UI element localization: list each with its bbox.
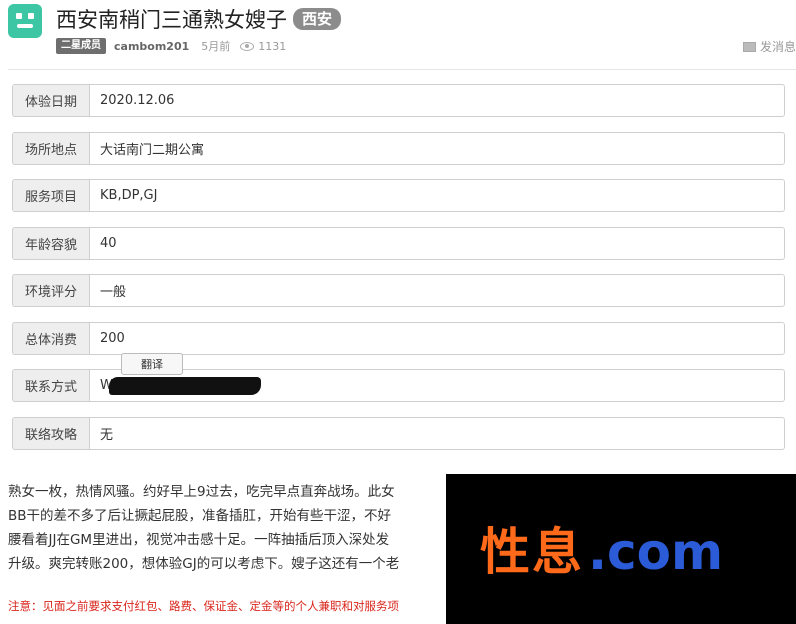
field-row-date: 体验日期 2020.12.06 — [12, 84, 785, 117]
field-value: 40 — [89, 227, 785, 260]
post-time: 5月前 — [201, 40, 231, 53]
watermark-domain: .com — [588, 523, 724, 581]
body-line: 腰看着JJ在GM里进出，视觉冲击感十足。一阵抽插后顶入深处发 — [8, 532, 390, 548]
view-count: 1131 — [240, 40, 286, 53]
field-row-cost: 总体消费 200 — [12, 322, 785, 355]
field-row-environment: 环境评分 一般 — [12, 274, 785, 307]
avatar-eye-icon — [16, 13, 22, 19]
username-link[interactable]: cambom201 — [114, 40, 189, 53]
field-label: 体验日期 — [12, 84, 89, 117]
send-message-button[interactable]: 发消息 — [742, 38, 796, 55]
post-meta: 二星成员 cambom201 5月前 1131 — [56, 38, 286, 54]
title-line: 西安南稍门三通熟女嫂子 西安 — [56, 4, 342, 34]
body-line: BB干的差不多了后让撅起屁股，准备插肛，开始有些干涩，不好 — [8, 508, 392, 524]
field-label: 环境评分 — [12, 274, 89, 307]
field-value: 200 — [89, 322, 785, 355]
field-value: 无 — [89, 417, 785, 450]
avatar[interactable] — [8, 4, 42, 38]
eye-icon — [240, 41, 255, 51]
field-label: 场所地点 — [12, 132, 89, 165]
field-value: KB,DP,GJ — [89, 179, 785, 212]
watermark-overlay: 性息 .com — [446, 474, 796, 624]
field-value: 2020.12.06 — [89, 84, 785, 117]
warning-notice: 注意：见面之前要求支付红包、路费、保证金、定金等的个人兼职和对服务项 — [8, 599, 399, 613]
field-label: 总体消费 — [12, 322, 89, 355]
post-body: 熟女一枚，热情风骚。约好早上9过去，吃完早点直奔战场。此女 BB干的差不多了后让… — [8, 480, 448, 576]
field-label: 联系方式 — [12, 369, 89, 402]
avatar-mouth-icon — [17, 24, 33, 28]
page-title: 西安南稍门三通熟女嫂子 — [56, 8, 287, 32]
field-label: 年龄容貌 — [12, 227, 89, 260]
translate-button[interactable]: 翻译 — [121, 353, 183, 375]
field-label: 联络攻略 — [12, 417, 89, 450]
rank-badge: 二星成员 — [56, 38, 106, 54]
field-row-age: 年龄容貌 40 — [12, 227, 785, 260]
view-count-value: 1131 — [258, 39, 287, 53]
post-header: 西安南稍门三通熟女嫂子 西安 二星成员 cambom201 5月前 1131 发… — [0, 0, 796, 70]
city-badge[interactable]: 西安 — [293, 8, 342, 30]
field-row-location: 场所地点 大话南门二期公寓 — [12, 132, 785, 165]
redaction-scribble — [108, 376, 261, 395]
field-row-guide: 联络攻略 无 — [12, 417, 785, 450]
watermark-logo: 性息 .com — [480, 522, 723, 582]
body-line: 熟女一枚，热情风骚。约好早上9过去，吃完早点直奔战场。此女 — [8, 484, 395, 500]
header-divider — [8, 69, 796, 70]
field-label: 服务项目 — [12, 179, 89, 212]
field-value: W — [89, 369, 785, 402]
send-message-label: 发消息 — [759, 40, 796, 54]
field-row-services: 服务项目 KB,DP,GJ — [12, 179, 785, 212]
field-value: 一般 — [89, 274, 785, 307]
body-line: 升级。爽完转账200，想体验GJ的可以考虑下。嫂子这还有一个老 — [8, 556, 400, 572]
field-value: 大话南门二期公寓 — [89, 132, 785, 165]
watermark-brand: 性息 — [480, 522, 584, 581]
mail-icon — [742, 41, 756, 52]
avatar-eye-icon — [28, 13, 34, 19]
